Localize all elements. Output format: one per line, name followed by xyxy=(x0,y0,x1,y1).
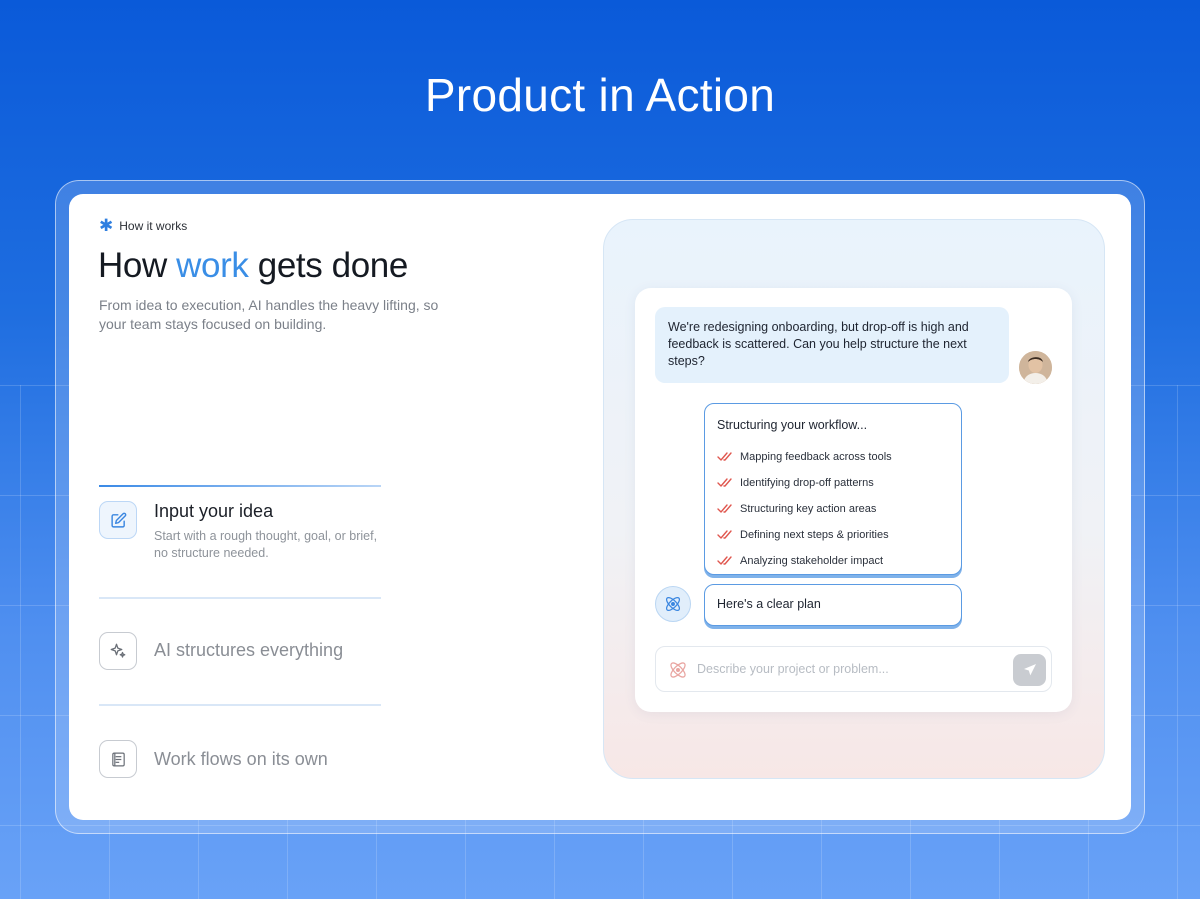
workflow-item-label: Identifying drop-off patterns xyxy=(740,477,874,489)
atom-icon xyxy=(670,662,686,678)
workflow-item-label: Structuring key action areas xyxy=(740,503,877,515)
workflow-item: Mapping feedback across tools xyxy=(717,444,892,470)
step-divider-active xyxy=(99,485,381,487)
step-input-title[interactable]: Input your idea xyxy=(154,501,273,522)
workflow-item: Identifying drop-off patterns xyxy=(717,470,892,496)
user-message: We're redesigning onboarding, but drop-o… xyxy=(655,307,1009,383)
hero-title: Product in Action xyxy=(424,69,776,121)
asterisk-icon: ✱ xyxy=(99,216,114,235)
workflow-item-label: Analyzing stakeholder impact xyxy=(740,555,884,567)
double-check-icon xyxy=(717,530,732,539)
workflow-item-label: Mapping feedback across tools xyxy=(740,451,892,463)
step-structure-button[interactable] xyxy=(99,632,137,670)
step-flow-button[interactable] xyxy=(99,740,137,778)
workflow-item-label: Defining next steps & priorities xyxy=(740,529,889,541)
feature-card: ✱ How it works How work gets done From i… xyxy=(69,194,1131,820)
sparkle-icon xyxy=(110,643,126,658)
assistant-reply: Here's a clear plan xyxy=(704,584,962,626)
step-divider xyxy=(99,597,381,599)
section-subhead: From idea to execution, AI handles the h… xyxy=(99,297,439,332)
headline-prefix: How xyxy=(98,246,177,285)
user-avatar xyxy=(1019,351,1052,384)
document-icon xyxy=(111,752,125,766)
step-divider xyxy=(99,704,381,706)
edit-icon xyxy=(110,512,126,528)
workflow-item: Structuring key action areas xyxy=(717,496,892,522)
workflow-item: Defining next steps & priorities xyxy=(717,522,892,548)
workflow-progress-card: Structuring your workflow... Mapping fee… xyxy=(704,403,962,575)
eyebrow-label: How it works xyxy=(119,219,188,233)
section-headline: How work gets done xyxy=(98,246,408,286)
double-check-icon xyxy=(717,556,732,565)
double-check-icon xyxy=(717,478,732,487)
workflow-item: Analyzing stakeholder impact xyxy=(717,548,892,574)
double-check-icon xyxy=(717,504,732,513)
eyebrow: ✱ How it works xyxy=(99,216,188,235)
send-icon xyxy=(1023,664,1036,676)
double-check-icon xyxy=(717,452,732,461)
headline-suffix: gets done xyxy=(248,246,409,285)
send-button[interactable] xyxy=(1013,654,1046,686)
assistant-avatar xyxy=(655,586,691,622)
step-structure-title[interactable]: AI structures everything xyxy=(154,640,343,661)
workflow-list: Mapping feedback across tools Identifyin… xyxy=(717,444,892,574)
workflow-title: Structuring your workflow... xyxy=(717,418,868,432)
headline-accent: work xyxy=(176,246,249,285)
step-flow-title[interactable]: Work flows on its own xyxy=(154,749,328,770)
step-input-description: Start with a rough thought, goal, or bri… xyxy=(154,529,378,560)
project-input[interactable] xyxy=(697,658,997,680)
chat-window: We're redesigning onboarding, but drop-o… xyxy=(635,288,1072,712)
chat-composer xyxy=(655,646,1052,692)
atom-icon xyxy=(665,596,681,612)
step-input-button[interactable] xyxy=(99,501,137,539)
